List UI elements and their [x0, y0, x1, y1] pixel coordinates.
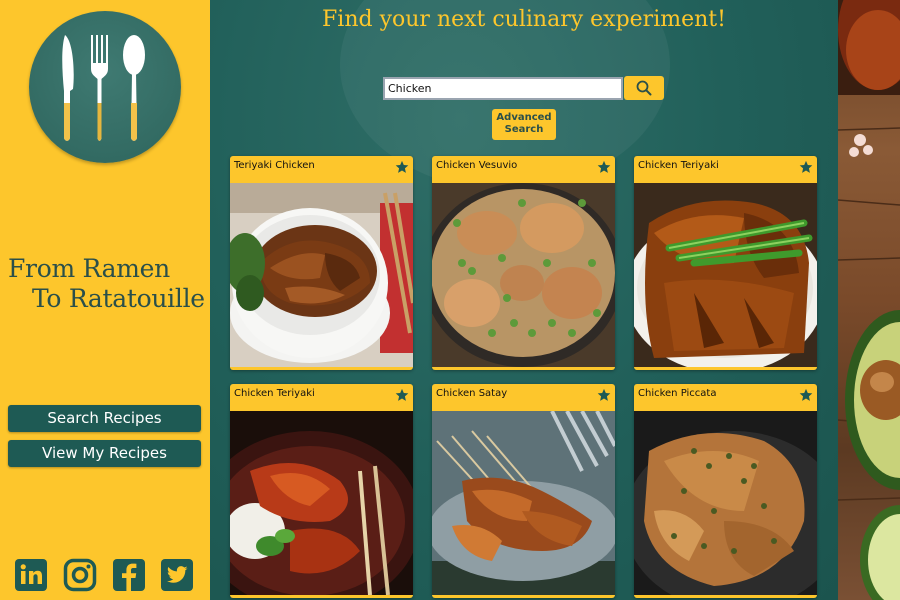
favorite-star-icon[interactable] [799, 388, 813, 402]
recipe-title: Teriyaki Chicken [234, 160, 315, 171]
search-icon [636, 80, 652, 96]
recipe-card[interactable]: Chicken Teriyaki [634, 156, 817, 370]
facebook-icon[interactable] [112, 558, 146, 592]
recipe-title: Chicken Vesuvio [436, 160, 518, 171]
main-content: Find your next culinary experiment! Adva… [210, 0, 838, 600]
recipe-image [230, 411, 413, 595]
linkedin-icon[interactable] [14, 558, 48, 592]
favorite-star-icon[interactable] [597, 388, 611, 402]
advanced-search-button[interactable]: Advanced Search [492, 109, 556, 140]
favorite-star-icon[interactable] [799, 160, 813, 174]
recipe-image [432, 183, 615, 367]
decor-photo-strip [838, 0, 900, 600]
recipe-image [230, 183, 413, 367]
brand-line-2: To Ratatouille [32, 284, 205, 313]
recipe-card[interactable]: Chicken Satay [432, 384, 615, 598]
recipe-card[interactable]: Teriyaki Chicken [230, 156, 413, 370]
recipe-title: Chicken Satay [436, 388, 508, 399]
recipe-image [634, 183, 817, 367]
advanced-search-label-1: Advanced [496, 112, 552, 123]
logo [29, 11, 181, 163]
recipe-card[interactable]: Chicken Teriyaki [230, 384, 413, 598]
favorite-star-icon[interactable] [597, 160, 611, 174]
brand-line-1: From Ramen [8, 254, 170, 283]
recipe-image [432, 411, 615, 595]
recipe-image [634, 411, 817, 595]
search-input[interactable] [383, 77, 623, 100]
search-recipes-button[interactable]: Search Recipes [8, 405, 201, 432]
twitter-icon[interactable] [160, 558, 194, 592]
recipe-title: Chicken Piccata [638, 388, 717, 399]
favorite-star-icon[interactable] [395, 388, 409, 402]
recipe-card[interactable]: Chicken Piccata [634, 384, 817, 598]
recipe-title: Chicken Teriyaki [234, 388, 315, 399]
advanced-search-label-2: Search [504, 124, 544, 135]
view-my-recipes-button[interactable]: View My Recipes [8, 440, 201, 467]
page-headline: Find your next culinary experiment! [322, 7, 726, 32]
instagram-icon[interactable] [63, 558, 97, 592]
sidebar: From Ramen To Ratatouille Search Recipes… [0, 0, 210, 600]
favorite-star-icon[interactable] [395, 160, 409, 174]
search-button[interactable] [624, 76, 664, 100]
recipe-card[interactable]: Chicken Vesuvio [432, 156, 615, 370]
brand-title: From Ramen To Ratatouille [8, 254, 205, 314]
cutlery-icon [62, 35, 145, 141]
recipe-title: Chicken Teriyaki [638, 160, 719, 171]
